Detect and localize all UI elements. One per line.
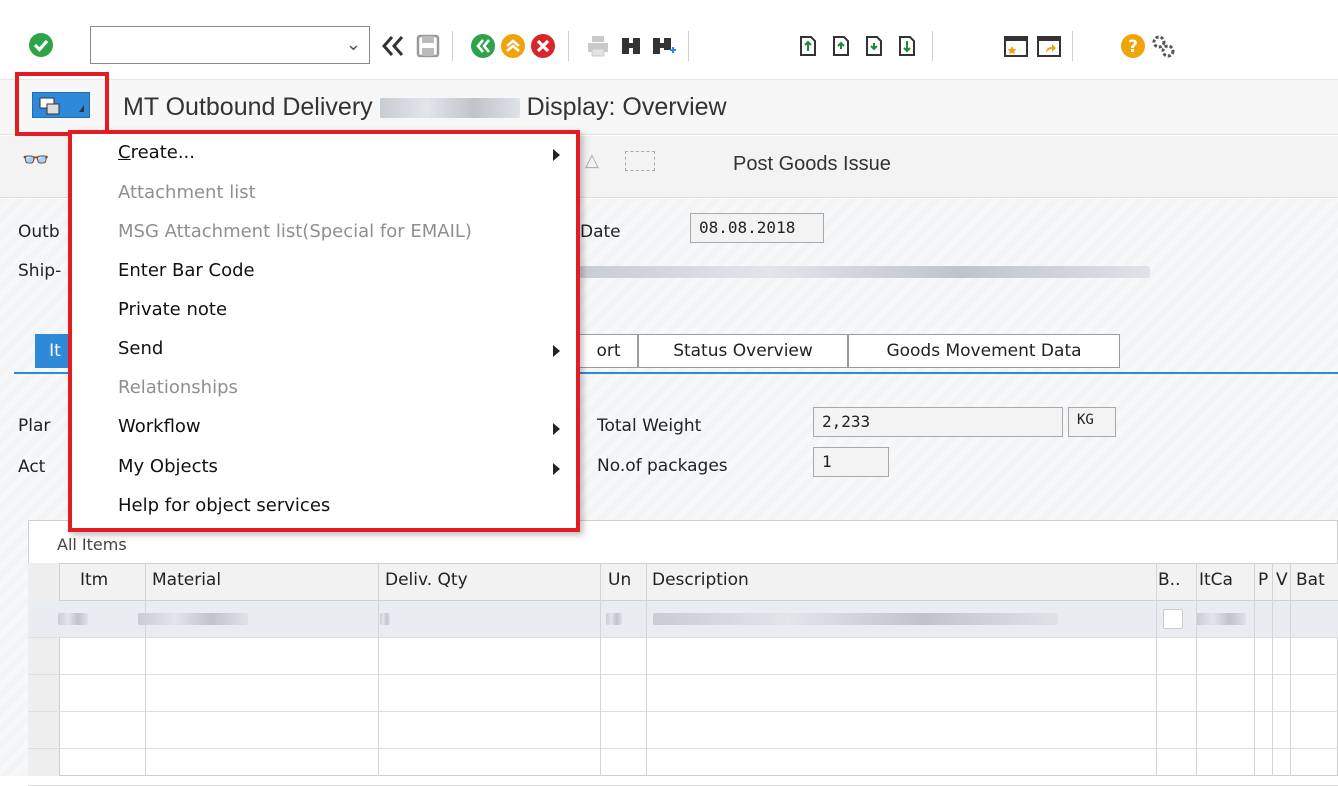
submenu-arrow-icon xyxy=(553,345,560,357)
toolbar-grid-icon xyxy=(625,151,655,171)
total-weight-label: Total Weight xyxy=(597,416,702,436)
toolbar-icon-disabled: △ xyxy=(585,150,599,171)
redacted-cell xyxy=(380,613,390,625)
act-label: Act xyxy=(18,457,46,477)
page-title: MT Outbound Delivery Display: Overview xyxy=(123,93,727,122)
redacted-ship-to-address xyxy=(580,266,1150,278)
column-header-v[interactable]: V xyxy=(1276,570,1288,590)
shortcut-icon[interactable] xyxy=(1036,33,1062,59)
column-header-description[interactable]: Description xyxy=(652,570,749,590)
date-field[interactable]: 08.08.2018 xyxy=(690,213,824,243)
last-page-icon[interactable] xyxy=(894,33,920,59)
column-header-itca[interactable]: ItCa xyxy=(1199,570,1233,590)
menu-item-create[interactable]: Create... xyxy=(118,142,195,163)
menu-item-help-object-services[interactable]: Help for object services xyxy=(118,495,330,516)
menu-item-relationships: Relationships xyxy=(118,377,238,398)
enter-icon[interactable] xyxy=(28,32,54,58)
column-header-un[interactable]: Un xyxy=(608,570,631,590)
menu-item-send[interactable]: Send xyxy=(118,338,163,359)
submenu-arrow-icon xyxy=(553,423,560,435)
date-label: Date xyxy=(580,222,621,242)
redacted-delivery-number xyxy=(379,98,520,119)
redacted-cell xyxy=(653,613,1058,625)
command-field[interactable]: ⌄ xyxy=(90,26,370,64)
find-icon[interactable] xyxy=(618,33,644,59)
submenu-arrow-icon xyxy=(553,463,560,475)
menu-item-create-label: reate... xyxy=(130,142,195,163)
column-divider xyxy=(1290,563,1291,776)
column-divider xyxy=(600,563,601,776)
column-divider xyxy=(646,563,647,776)
menu-item-enter-bar-code[interactable]: Enter Bar Code xyxy=(118,260,255,281)
column-divider xyxy=(145,563,146,776)
column-header-p[interactable]: P xyxy=(1258,570,1268,590)
create-session-icon[interactable] xyxy=(1003,33,1029,59)
svg-text:?: ? xyxy=(1128,37,1138,57)
column-header-batch[interactable]: Bat xyxy=(1296,570,1325,590)
total-weight-field[interactable]: 2,233 xyxy=(813,407,1063,437)
column-divider xyxy=(1156,563,1157,776)
cancel-icon[interactable] xyxy=(530,33,556,59)
exit-icon[interactable] xyxy=(500,33,526,59)
menu-item-my-objects[interactable]: My Objects xyxy=(118,456,218,477)
previous-page-icon[interactable] xyxy=(828,33,854,59)
column-header-batch-split[interactable]: B.. xyxy=(1158,570,1180,590)
redacted-cell xyxy=(138,613,248,625)
table-row[interactable] xyxy=(28,675,1338,712)
menu-item-workflow[interactable]: Workflow xyxy=(118,416,201,437)
column-divider xyxy=(378,563,379,776)
menu-item-msg-attachment-list: MSG Attachment list(Special for EMAIL) xyxy=(118,221,472,242)
table-title: All Items xyxy=(57,535,127,554)
toolbar-separator xyxy=(1072,31,1073,61)
weight-unit-field[interactable]: KG xyxy=(1068,407,1116,437)
toolbar-separator xyxy=(932,31,933,61)
table-row[interactable] xyxy=(28,638,1338,675)
toolbar-separator xyxy=(688,31,689,61)
help-icon[interactable]: ? xyxy=(1120,33,1146,59)
column-header-deliv-qty[interactable]: Deliv. Qty xyxy=(385,570,468,590)
display-change-icon[interactable]: 👓 xyxy=(22,148,49,173)
back-icon[interactable] xyxy=(470,33,496,59)
generic-object-services-icon xyxy=(39,97,60,115)
outbound-label: Outb xyxy=(18,222,60,242)
packages-field[interactable]: 1 xyxy=(813,447,889,477)
column-divider xyxy=(1254,563,1255,776)
toolbar-separator xyxy=(452,31,453,61)
first-page-icon[interactable] xyxy=(795,33,821,59)
settings-icon[interactable] xyxy=(1150,33,1176,59)
title-suffix: Display: Overview xyxy=(526,93,727,121)
submenu-arrow-icon xyxy=(553,149,560,161)
tab-goods-movement-data[interactable]: Goods Movement Data xyxy=(848,334,1120,368)
column-header-material[interactable]: Material xyxy=(152,570,221,590)
find-next-icon[interactable] xyxy=(650,33,676,59)
title-prefix: MT Outbound Delivery xyxy=(123,93,373,121)
dropdown-corner-icon xyxy=(79,105,84,112)
column-divider xyxy=(1196,563,1197,776)
packages-label: No.of packages xyxy=(597,456,728,476)
object-services-button[interactable] xyxy=(32,92,90,118)
post-goods-issue-button[interactable]: Post Goods Issue xyxy=(733,153,891,176)
back-double-icon[interactable] xyxy=(380,33,406,59)
column-header-itm[interactable]: Itm xyxy=(80,570,108,590)
tab-status-overview[interactable]: Status Overview xyxy=(638,334,848,368)
toolbar-separator xyxy=(568,31,569,61)
save-icon[interactable] xyxy=(415,33,441,59)
chevron-down-icon[interactable]: ⌄ xyxy=(346,34,361,55)
table-row[interactable] xyxy=(28,749,1338,786)
print-icon[interactable] xyxy=(585,33,611,59)
redacted-cell xyxy=(1196,613,1246,625)
column-divider xyxy=(1272,563,1273,776)
table-row[interactable] xyxy=(28,712,1338,749)
menu-item-attachment-list: Attachment list xyxy=(118,182,256,203)
redacted-cell xyxy=(58,613,88,625)
next-page-icon[interactable] xyxy=(861,33,887,59)
table-row[interactable] xyxy=(28,601,1338,638)
tab-transport[interactable]: ort xyxy=(580,334,638,368)
menu-item-private-note[interactable]: Private note xyxy=(118,299,227,320)
redacted-cell xyxy=(606,613,622,625)
ship-to-label: Ship- xyxy=(18,261,62,281)
row-checkbox[interactable] xyxy=(1163,609,1183,629)
plan-label: Plar xyxy=(18,416,51,436)
